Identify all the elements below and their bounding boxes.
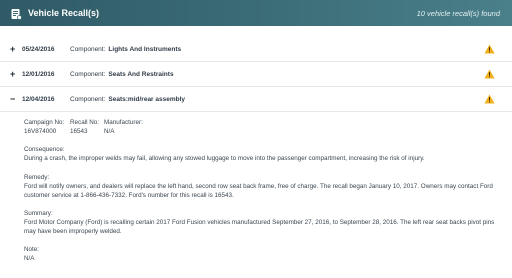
recall-date: 05/24/2016 — [22, 45, 55, 53]
manufacturer-field: Manufacturer: N/A — [104, 118, 184, 136]
document-list-icon — [10, 7, 22, 20]
note-text: N/A — [24, 255, 35, 263]
collapse-toggle[interactable]: − — [10, 94, 22, 104]
component-label: Component: — [70, 95, 106, 103]
recall-row[interactable]: + 05/24/2016 Component: Lights And Instr… — [0, 37, 512, 62]
expand-toggle[interactable]: + — [10, 44, 22, 54]
recall-date: 12/01/2016 — [22, 70, 55, 78]
component-label: Component: — [70, 45, 106, 53]
warning-icon — [484, 44, 495, 54]
note-section: Note: N/A — [24, 245, 502, 263]
recall-row-expanded[interactable]: − 12/04/2016 Component: Seats:mid/rear a… — [0, 87, 512, 112]
remedy-section: Remedy: Ford will notify owners, and dea… — [24, 173, 502, 200]
header-title-group: Vehicle Recall(s) — [10, 7, 100, 20]
recall-details: Campaign No: 16V874000 Recall No: 16543 … — [24, 118, 502, 264]
consequence-section: Consequence: During a crash, the imprope… — [24, 145, 502, 163]
manufacturer-value: N/A — [104, 128, 115, 136]
warning-icon — [484, 69, 495, 79]
recall-number-value: 16543 — [70, 128, 88, 136]
recall-date: 12/04/2016 — [22, 95, 55, 103]
campaign-field: Campaign No: 16V874000 — [24, 118, 70, 136]
recall-count: 10 vehicle recall(s) found — [416, 8, 500, 18]
consequence-label: Consequence: — [24, 146, 65, 154]
remedy-label: Remedy: — [24, 173, 50, 181]
summary-label: Summary: — [24, 209, 53, 217]
recall-meta: Campaign No: 16V874000 Recall No: 16543 … — [24, 118, 502, 136]
manufacturer-label: Manufacturer: — [104, 119, 143, 126]
remedy-text: Ford will notify owners, and dealers wil… — [24, 182, 493, 199]
expand-toggle[interactable]: + — [10, 69, 22, 79]
component-value: Seats:mid/rear assembly — [108, 95, 186, 103]
campaign-value: 16V874000 — [24, 128, 57, 136]
recall-number-field: Recall No: 16543 — [70, 118, 104, 136]
component-value: Seats And Restraints — [108, 70, 174, 78]
recall-number-label: Recall No: — [70, 119, 100, 126]
note-label: Note: — [24, 246, 40, 254]
page-title: Vehicle Recall(s) — [28, 8, 100, 18]
component-label: Component: — [70, 70, 106, 78]
recall-row[interactable]: + 12/01/2016 Component: Seats And Restra… — [0, 62, 512, 87]
consequence-text: During a crash, the improper welds may f… — [24, 155, 425, 163]
recalls-header: Vehicle Recall(s) 10 vehicle recall(s) f… — [0, 0, 512, 26]
campaign-label: Campaign No: — [24, 119, 65, 126]
warning-icon — [484, 94, 495, 104]
component-value: Lights And Instruments — [108, 45, 182, 53]
summary-section: Summary: Ford Motor Company (Ford) is re… — [24, 209, 502, 236]
summary-text: Ford Motor Company (Ford) is recalling c… — [24, 219, 495, 236]
